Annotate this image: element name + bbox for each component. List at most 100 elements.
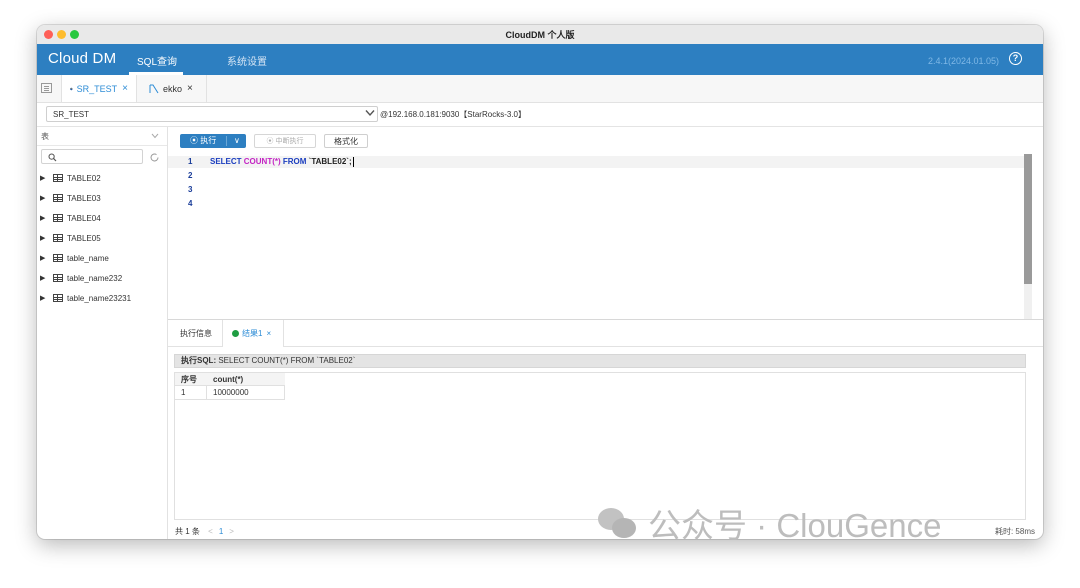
- tab-label: ekko: [163, 83, 183, 94]
- stop-execution-button[interactable]: ⦿ 中断执行: [254, 134, 316, 148]
- expand-arrow-icon[interactable]: ▶: [40, 234, 45, 242]
- tree-item-table[interactable]: ▶ table_name23231: [37, 291, 167, 307]
- sql-line: SELECT COUNT(*) FROM `TABLE02`;: [210, 157, 354, 167]
- expand-arrow-icon[interactable]: ▶: [40, 194, 45, 202]
- table-icon: [53, 254, 63, 262]
- next-page-button[interactable]: >: [229, 527, 234, 536]
- table-icon: [53, 194, 63, 202]
- table-icon: [53, 234, 63, 242]
- object-type-label: 表: [41, 132, 49, 141]
- sql-editor-area: ⦿ 执行 ∨ ⦿ 中断执行 格式化 1 2 3 4 SELECT COUNT(*…: [168, 127, 1043, 319]
- table-name: TABLE03: [67, 194, 101, 203]
- table-name: TABLE02: [67, 174, 101, 183]
- table-name: TABLE04: [67, 214, 101, 223]
- expand-arrow-icon[interactable]: ▶: [40, 174, 45, 182]
- result-tab-label: 结果1: [242, 329, 263, 338]
- pagination: 共 1 条 <1 >: [175, 526, 240, 537]
- vertical-scrollbar[interactable]: [1024, 154, 1032, 284]
- watermark: 公众号 · ClouGence: [598, 500, 1038, 546]
- column-header-count[interactable]: count(*): [207, 373, 285, 386]
- tree-item-table[interactable]: ▶ table_name232: [37, 271, 167, 287]
- tree-item-table[interactable]: ▶ TABLE05: [37, 231, 167, 247]
- table-name: table_name232: [67, 274, 123, 283]
- watermark-text: 公众号 · ClouGence: [648, 507, 942, 544]
- tree-item-table[interactable]: ▶ table_name: [37, 251, 167, 267]
- expand-arrow-icon[interactable]: ▶: [40, 274, 45, 282]
- nav-sql-query[interactable]: SQL查询: [137, 53, 177, 68]
- app-window: CloudDM 个人版 Cloud DM SQL查询 系统设置 2.4.1(20…: [37, 25, 1043, 539]
- result-tabs: 执行信息 结果1 ×: [168, 320, 1043, 347]
- close-tab-icon[interactable]: ×: [122, 83, 128, 94]
- refresh-icon[interactable]: [149, 152, 160, 163]
- sql-keyword: SELECT: [210, 157, 244, 167]
- code-editor[interactable]: 1 2 3 4 SELECT COUNT(*) FROM `TABLE02`;: [168, 154, 1043, 319]
- chevron-down-icon: [151, 133, 159, 139]
- table-icon: [53, 294, 63, 302]
- sql-label: 执行SQL:: [181, 356, 217, 365]
- total-count: 共 1 条: [175, 527, 200, 536]
- window-title: CloudDM 个人版: [505, 30, 575, 40]
- table-cell[interactable]: 1: [175, 386, 207, 400]
- button-divider: [226, 136, 227, 146]
- table-icon: [53, 214, 63, 222]
- text-cursor: [352, 157, 354, 167]
- line-number: 4: [188, 199, 193, 208]
- execute-button[interactable]: ⦿ 执行 ∨: [180, 134, 246, 148]
- result-grid: 序号 count(*) 1 10000000: [174, 372, 1026, 520]
- tree-item-table[interactable]: ▶ TABLE04: [37, 211, 167, 227]
- object-type-select[interactable]: 表: [37, 127, 167, 146]
- tree-item-table[interactable]: ▶ TABLE02: [37, 171, 167, 187]
- chevron-down-icon[interactable]: [365, 109, 375, 117]
- close-tab-icon[interactable]: ×: [266, 329, 271, 338]
- close-tab-icon[interactable]: ×: [187, 83, 193, 94]
- editor-tabs-bar: SR_TEST × ekko ×: [37, 75, 1043, 103]
- connection-row: SR_TEST @192.168.0.181:9030【StarRocks-3.…: [37, 103, 1043, 127]
- table-search-input[interactable]: [41, 149, 143, 164]
- wechat-icon: [598, 506, 638, 540]
- expand-arrow-icon[interactable]: ▶: [40, 294, 45, 302]
- editor-toolbar: ⦿ 执行 ∨ ⦿ 中断执行 格式化: [168, 127, 1043, 153]
- sql-text: SELECT COUNT(*) FROM `TABLE02`: [216, 356, 356, 365]
- tree-item-table[interactable]: ▶ TABLE03: [37, 191, 167, 207]
- table-name: TABLE05: [67, 234, 101, 243]
- line-number: 1: [188, 157, 193, 166]
- expand-arrow-icon[interactable]: ▶: [40, 254, 45, 262]
- success-icon: [232, 330, 239, 337]
- menu-list-icon[interactable]: [41, 83, 52, 93]
- title-bar: CloudDM 个人版: [37, 25, 1043, 45]
- executed-sql-bar: 执行SQL: SELECT COUNT(*) FROM `TABLE02`: [174, 354, 1026, 368]
- format-button[interactable]: 格式化: [324, 134, 368, 148]
- version-label: 2.4.1(2024.01.05): [927, 56, 999, 66]
- tab-sr-test[interactable]: SR_TEST ×: [61, 75, 137, 102]
- tab-result-1-label[interactable]: 结果1 ×: [232, 328, 271, 339]
- sql-keyword: FROM: [280, 157, 309, 167]
- sql-file-icon: [149, 84, 159, 93]
- table-name: table_name: [67, 254, 109, 263]
- help-icon[interactable]: ?: [1009, 52, 1022, 65]
- object-sidebar: 表 ▶ TABLE02 ▶ TABLE03 ▶ TABLE04 ▶ TABLE05 ▶ table…: [37, 127, 168, 539]
- table-cell[interactable]: 10000000: [207, 386, 285, 400]
- line-number: 3: [188, 185, 193, 194]
- expand-arrow-icon[interactable]: ▶: [40, 214, 45, 222]
- tab-ekko[interactable]: ekko ×: [141, 75, 207, 102]
- prev-page-button[interactable]: <: [208, 527, 213, 536]
- table-name: table_name23231: [67, 294, 132, 303]
- starrocks-icon: [70, 87, 73, 90]
- tab-label: SR_TEST: [76, 83, 118, 94]
- search-icon: [48, 153, 57, 162]
- column-header-index[interactable]: 序号: [175, 373, 207, 386]
- nav-system-settings[interactable]: 系统设置: [227, 53, 267, 68]
- line-number: 2: [188, 171, 193, 180]
- app-logo: Cloud DM: [48, 50, 117, 67]
- connection-info: @192.168.0.181:9030【StarRocks-3.0】: [380, 110, 526, 119]
- table-icon: [53, 274, 63, 282]
- sql-table-name: `TABLE02`;: [308, 157, 352, 167]
- database-select[interactable]: SR_TEST: [46, 106, 378, 122]
- tab-execution-info[interactable]: 执行信息: [180, 328, 212, 339]
- page-number[interactable]: 1: [219, 527, 223, 536]
- app-header: Cloud DM SQL查询 系统设置 2.4.1(2024.01.05) ?: [37, 44, 1043, 75]
- execute-dropdown-icon[interactable]: ∨: [234, 134, 240, 148]
- table-icon: [53, 174, 63, 182]
- execute-label: ⦿ 执行: [190, 136, 217, 145]
- sql-function: COUNT(*): [243, 157, 281, 167]
